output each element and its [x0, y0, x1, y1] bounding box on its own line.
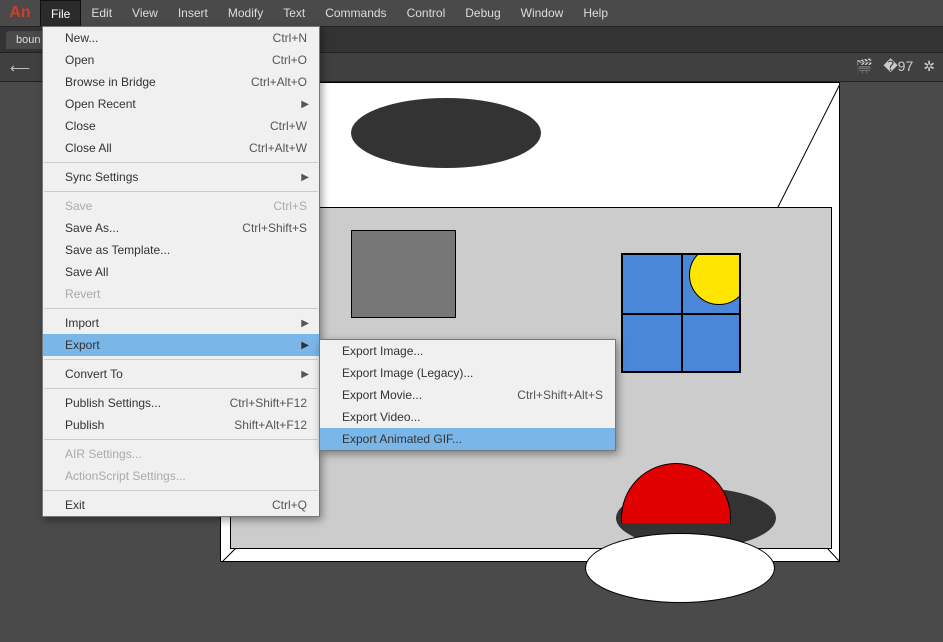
- file-menu-publish[interactable]: Publish Shift+Alt+F12: [43, 414, 319, 436]
- back-arrow-icon[interactable]: ⟵: [10, 60, 30, 77]
- menu-item-shortcut: Ctrl+N: [273, 31, 307, 45]
- menu-text[interactable]: Text: [273, 0, 315, 26]
- dark-rectangle: [351, 230, 456, 318]
- menu-item-label: ActionScript Settings...: [65, 469, 186, 483]
- menu-item-label: Exit: [65, 498, 85, 512]
- file-menu-browse-in-bridge[interactable]: Browse in Bridge Ctrl+Alt+O: [43, 71, 319, 93]
- menu-item-label: Revert: [65, 287, 100, 301]
- file-menu-save-as[interactable]: Save As... Ctrl+Shift+S: [43, 217, 319, 239]
- menu-separator: [44, 191, 318, 192]
- file-menu-dropdown[interactable]: New... Ctrl+N Open Ctrl+O Browse in Bridge Ct…: [42, 26, 320, 517]
- submenu-arrow-icon: ▶: [301, 172, 309, 183]
- menu-item-label: Publish Settings...: [65, 396, 161, 410]
- menu-item-label: Publish: [65, 418, 104, 432]
- menu-item-label: Export Animated GIF...: [342, 432, 462, 446]
- menu-item-label: Export: [65, 338, 100, 352]
- menu-item-label: Export Image...: [342, 344, 423, 358]
- menu-commands[interactable]: Commands: [315, 0, 396, 26]
- gear-icon[interactable]: ✲: [923, 58, 935, 75]
- sun-icon: [689, 245, 749, 305]
- paint-icon[interactable]: �97: [883, 58, 913, 75]
- file-menu-exit[interactable]: Exit Ctrl+Q: [43, 494, 319, 516]
- menu-item-shortcut: Ctrl+Q: [272, 498, 307, 512]
- file-menu-save: Save Ctrl+S: [43, 195, 319, 217]
- file-menu-export[interactable]: Export ▶: [43, 334, 319, 356]
- menu-item-shortcut: Shift+Alt+F12: [234, 418, 307, 432]
- file-menu-air-settings: AIR Settings...: [43, 443, 319, 465]
- file-menu-close[interactable]: Close Ctrl+W: [43, 115, 319, 137]
- export-menu-export-animated-gif[interactable]: Export Animated GIF...: [320, 428, 615, 450]
- menu-modify[interactable]: Modify: [218, 0, 273, 26]
- menu-item-label: Save as Template...: [65, 243, 170, 257]
- menu-item-shortcut: Ctrl+Shift+S: [242, 221, 307, 235]
- menu-item-label: Close All: [65, 141, 112, 155]
- menu-item-label: Save As...: [65, 221, 119, 235]
- menu-item-label: New...: [65, 31, 98, 45]
- export-menu-export-video[interactable]: Export Video...: [320, 406, 615, 428]
- menu-item-shortcut: Ctrl+Shift+F12: [230, 396, 307, 410]
- menu-separator: [44, 308, 318, 309]
- menu-separator: [44, 162, 318, 163]
- export-menu-export-image[interactable]: Export Image...: [320, 340, 615, 362]
- menu-window[interactable]: Window: [511, 0, 574, 26]
- file-menu-convert-to[interactable]: Convert To ▶: [43, 363, 319, 385]
- window-panes: [621, 253, 741, 373]
- menu-item-shortcut: Ctrl+W: [270, 119, 307, 133]
- menu-item-shortcut: Ctrl+Alt+O: [251, 75, 307, 89]
- floor-ellipse: [585, 533, 775, 603]
- app-logo: An: [0, 0, 40, 26]
- file-menu-actionscript-settings: ActionScript Settings...: [43, 465, 319, 487]
- menu-item-label: Import: [65, 316, 99, 330]
- menu-item-label: Open Recent: [65, 97, 136, 111]
- menu-view[interactable]: View: [122, 0, 168, 26]
- menu-item-label: Browse in Bridge: [65, 75, 156, 89]
- file-menu-open-recent[interactable]: Open Recent ▶: [43, 93, 319, 115]
- menu-item-label: Close: [65, 119, 96, 133]
- menu-separator: [44, 490, 318, 491]
- menu-debug[interactable]: Debug: [455, 0, 510, 26]
- submenu-arrow-icon: ▶: [301, 99, 309, 110]
- menu-item-label: AIR Settings...: [65, 447, 142, 461]
- menu-separator: [44, 439, 318, 440]
- menu-item-shortcut: Ctrl+O: [272, 53, 307, 67]
- menu-help[interactable]: Help: [573, 0, 618, 26]
- file-menu-new[interactable]: New... Ctrl+N: [43, 27, 319, 49]
- menu-edit[interactable]: Edit: [81, 0, 122, 26]
- export-menu-export-movie[interactable]: Export Movie... Ctrl+Shift+Alt+S: [320, 384, 615, 406]
- menu-control[interactable]: Control: [397, 0, 456, 26]
- submenu-arrow-icon: ▶: [301, 369, 309, 380]
- clapper-icon[interactable]: 🎬: [856, 58, 873, 75]
- file-menu-publish-settings[interactable]: Publish Settings... Ctrl+Shift+F12: [43, 392, 319, 414]
- file-menu-save-as-template[interactable]: Save as Template...: [43, 239, 319, 261]
- export-submenu-dropdown[interactable]: Export Image... Export Image (Legacy)... E…: [319, 339, 616, 451]
- menu-item-label: Save All: [65, 265, 108, 279]
- submenu-arrow-icon: ▶: [301, 318, 309, 329]
- menu-item-label: Export Movie...: [342, 388, 422, 402]
- menu-item-label: Convert To: [65, 367, 123, 381]
- menu-item-label: Sync Settings: [65, 170, 138, 184]
- menu-separator: [44, 388, 318, 389]
- menu-item-label: Save: [65, 199, 92, 213]
- menu-file[interactable]: File: [40, 0, 81, 26]
- file-menu-sync-settings[interactable]: Sync Settings ▶: [43, 166, 319, 188]
- menu-item-label: Export Video...: [342, 410, 421, 424]
- file-menu-save-all[interactable]: Save All: [43, 261, 319, 283]
- file-menu-import[interactable]: Import ▶: [43, 312, 319, 334]
- menu-separator: [44, 359, 318, 360]
- menubar: An FileEditViewInsertModifyTextCommandsC…: [0, 0, 943, 26]
- menu-item-label: Open: [65, 53, 94, 67]
- menu-insert[interactable]: Insert: [168, 0, 218, 26]
- menu-item-shortcut: Ctrl+Shift+Alt+S: [517, 388, 603, 402]
- file-menu-open[interactable]: Open Ctrl+O: [43, 49, 319, 71]
- menu-item-shortcut: Ctrl+S: [273, 199, 307, 213]
- export-menu-export-image-legacy[interactable]: Export Image (Legacy)...: [320, 362, 615, 384]
- file-menu-revert: Revert: [43, 283, 319, 305]
- submenu-arrow-icon: ▶: [301, 340, 309, 351]
- menu-item-label: Export Image (Legacy)...: [342, 366, 473, 380]
- file-menu-close-all[interactable]: Close All Ctrl+Alt+W: [43, 137, 319, 159]
- menu-item-shortcut: Ctrl+Alt+W: [249, 141, 307, 155]
